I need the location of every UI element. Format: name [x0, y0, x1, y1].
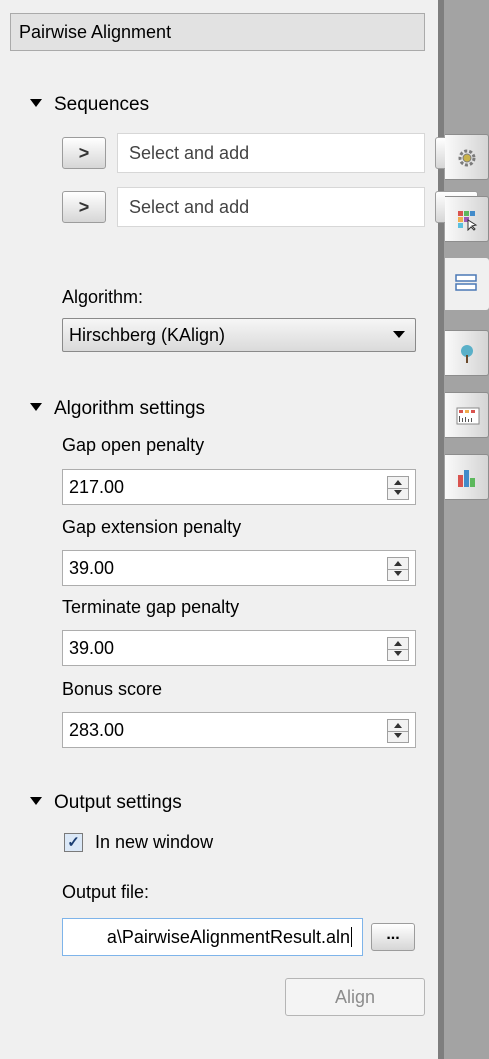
- algorithm-settings-section-header[interactable]: Algorithm settings: [30, 397, 205, 421]
- tab-statistics[interactable]: [445, 392, 489, 438]
- sequence-row-1: > Select and add ✕: [62, 133, 478, 173]
- text-caret: [351, 927, 352, 947]
- output-settings-section-header[interactable]: Output settings: [30, 791, 182, 815]
- terminate-gap-label: Terminate gap penalty: [62, 597, 240, 617]
- bar-chart-icon: [458, 470, 475, 487]
- collapse-triangle-icon: [30, 796, 42, 805]
- algorithm-selected-value: Hirschberg (KAlign): [69, 325, 226, 345]
- collapse-triangle-icon: [30, 402, 42, 411]
- decrement-arrow-icon[interactable]: [388, 649, 408, 660]
- terminate-gap-spinbox[interactable]: 39.00: [62, 630, 416, 666]
- output-file-input[interactable]: a\PairwiseAlignmentResult.aln: [62, 918, 363, 956]
- terminate-gap-stepper: [387, 637, 409, 661]
- terminate-gap-value: 39.00: [69, 638, 115, 658]
- sequence-row-2: > Select and add ✕: [62, 187, 478, 227]
- decrement-arrow-icon[interactable]: [388, 731, 408, 742]
- sequences-section-header[interactable]: Sequences: [30, 93, 149, 117]
- color-grid-cursor-icon: [458, 211, 478, 231]
- add-sequence-button-1[interactable]: >: [62, 137, 106, 169]
- align-button[interactable]: Align: [285, 978, 425, 1016]
- bonus-score-spinbox[interactable]: 283.00: [62, 712, 416, 748]
- output-file-value: a\PairwiseAlignmentResult.aln: [106, 927, 350, 947]
- tab-pairwise-alignment[interactable]: [445, 258, 489, 310]
- gap-extension-value: 39.00: [69, 558, 115, 578]
- statistics-table-icon: [456, 407, 480, 425]
- in-new-window-label[interactable]: In new window: [95, 830, 213, 854]
- tab-distance-matrix[interactable]: [445, 454, 489, 500]
- tab-highlighting[interactable]: [445, 196, 489, 242]
- gear-icon: [458, 149, 476, 167]
- bonus-score-value: 283.00: [69, 720, 125, 740]
- decrement-arrow-icon[interactable]: [388, 488, 408, 499]
- gap-extension-spinbox[interactable]: 39.00: [62, 550, 416, 586]
- add-sequence-button-2[interactable]: >: [62, 191, 106, 223]
- algorithm-settings-header-label: Algorithm settings: [54, 398, 206, 419]
- in-new-window-checkbox[interactable]: ✓: [64, 833, 83, 852]
- tab-general[interactable]: [445, 134, 489, 180]
- tab-tree[interactable]: [445, 330, 489, 376]
- gap-extension-label: Gap extension penalty: [62, 517, 242, 537]
- algorithm-label: Algorithm:: [62, 287, 144, 307]
- browse-button[interactable]: ...: [371, 923, 415, 951]
- gap-extension-stepper: [387, 557, 409, 581]
- gap-open-stepper: [387, 476, 409, 500]
- gap-open-value: 217.00: [69, 477, 125, 497]
- gap-open-label: Gap open penalty: [62, 435, 205, 455]
- bonus-score-label: Bonus score: [62, 679, 163, 699]
- tree-icon: [461, 345, 473, 363]
- algorithm-select[interactable]: Hirschberg (KAlign): [62, 318, 416, 352]
- panel-title: Pairwise Alignment: [10, 13, 425, 51]
- decrement-arrow-icon[interactable]: [388, 569, 408, 580]
- sequences-header-label: Sequences: [54, 94, 150, 115]
- dropdown-arrow-icon: [393, 331, 405, 338]
- output-settings-header-label: Output settings: [54, 792, 182, 813]
- output-file-label: Output file:: [62, 882, 150, 902]
- sequence-input-2[interactable]: Select and add: [117, 187, 425, 227]
- collapse-triangle-icon: [30, 98, 42, 107]
- gap-open-spinbox[interactable]: 217.00: [62, 469, 416, 505]
- alignment-rows-icon: [455, 274, 477, 291]
- bonus-score-stepper: [387, 719, 409, 743]
- sequence-input-1[interactable]: Select and add: [117, 133, 425, 173]
